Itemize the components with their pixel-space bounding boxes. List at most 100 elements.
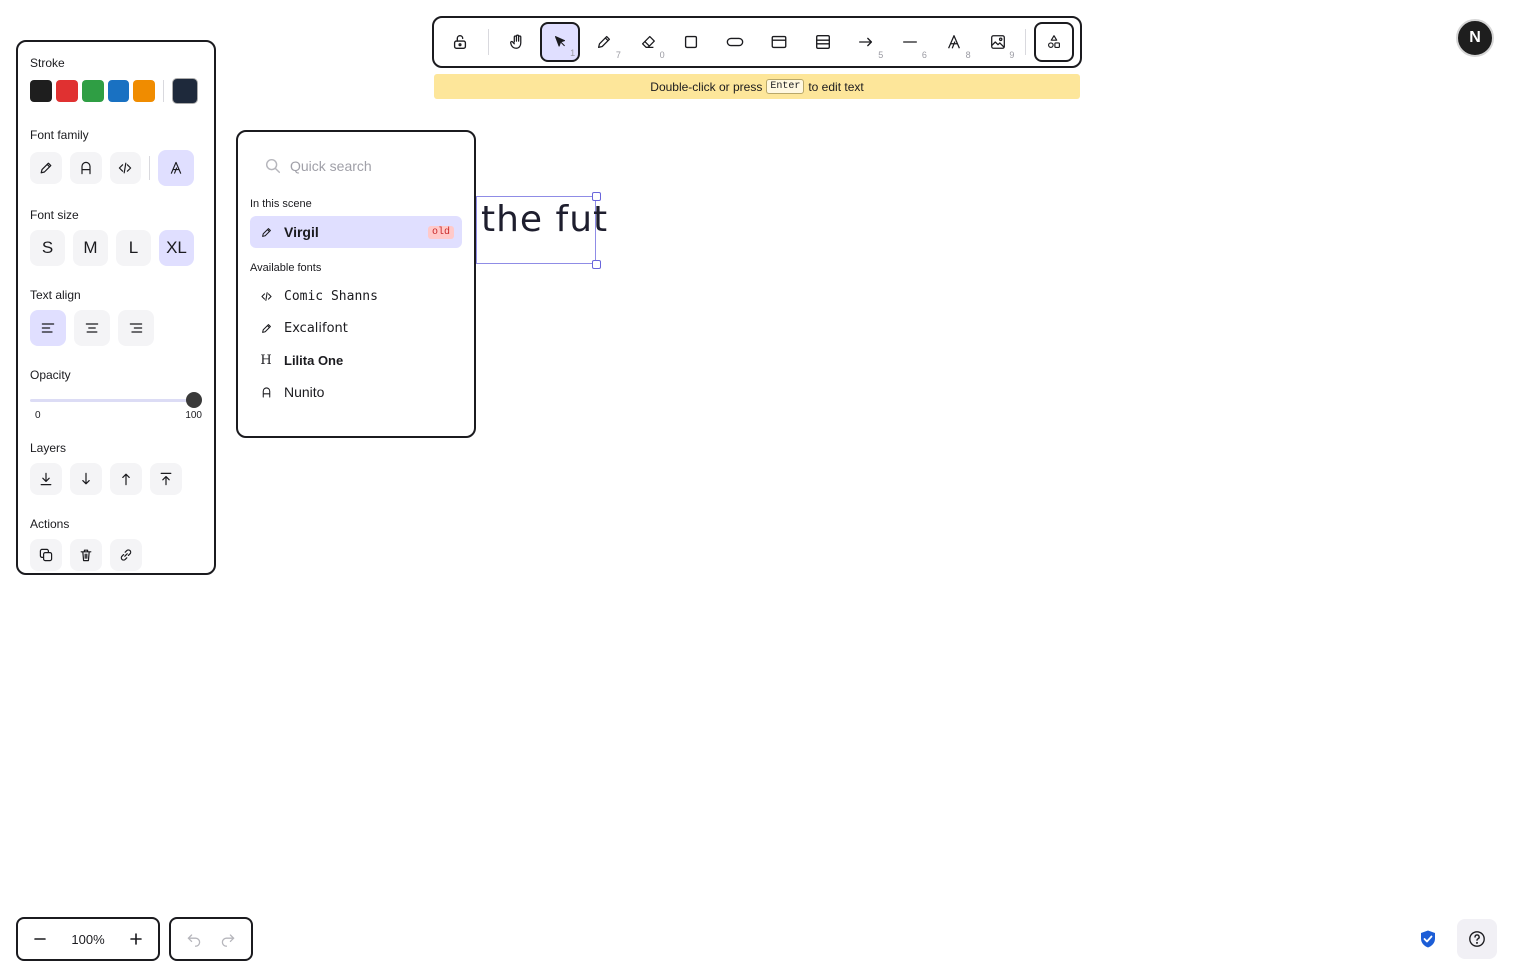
- stroke-color-orange[interactable]: [133, 80, 156, 102]
- font-code-button[interactable]: [109, 152, 142, 184]
- trash-icon: [80, 549, 92, 562]
- font-option-label: Virgil: [284, 224, 319, 240]
- sans-a-icon: [258, 384, 274, 400]
- ellipse-tool-button[interactable]: [715, 22, 755, 62]
- align-left-button[interactable]: [30, 310, 66, 346]
- font-option-lilita-one[interactable]: H Lilita One: [250, 344, 462, 376]
- text-align-label: Text align: [30, 288, 81, 302]
- frame-icon: [771, 35, 787, 49]
- resize-handle-top-right[interactable]: [592, 192, 601, 201]
- shapes-icon: [1048, 35, 1061, 48]
- align-right-button[interactable]: [118, 310, 154, 346]
- font-picker-popover: In this scene Virgil old Available fonts…: [236, 130, 476, 438]
- duplicate-button[interactable]: [30, 539, 62, 571]
- font-size-large-button[interactable]: L: [116, 230, 151, 266]
- font-normal-button[interactable]: [69, 152, 102, 184]
- align-right-icon: [129, 323, 143, 333]
- opacity-slider[interactable]: [30, 390, 202, 410]
- align-left-icon: [41, 323, 55, 333]
- rectangle-icon: [685, 35, 698, 49]
- pencil-icon: [598, 35, 611, 49]
- redo-button[interactable]: [214, 925, 242, 953]
- available-fonts-label: Available fonts: [250, 262, 322, 274]
- font-family-label: Font family: [30, 128, 89, 142]
- send-to-back-button[interactable]: [30, 463, 62, 495]
- arrow-shortcut-key: 5: [878, 50, 884, 60]
- selection-shortcut-key: 1: [570, 48, 576, 58]
- arrow-tool-button[interactable]: 5: [846, 22, 886, 62]
- old-font-badge: old: [427, 225, 454, 239]
- stroke-color-red[interactable]: [55, 80, 78, 102]
- align-center-icon: [85, 323, 99, 333]
- pointer-icon: [555, 36, 566, 47]
- font-picker-button[interactable]: [158, 150, 195, 186]
- plus-icon: [130, 933, 142, 945]
- pencil-shortcut-key: 7: [615, 50, 621, 60]
- stroke-color-blue[interactable]: [107, 80, 130, 102]
- selection-tool-button[interactable]: 1: [540, 22, 581, 62]
- arrow-up-icon: [122, 473, 130, 486]
- text-tool-button[interactable]: 8: [934, 22, 974, 62]
- stroke-color-black[interactable]: [30, 80, 52, 102]
- pencil-icon: [258, 320, 274, 336]
- properties-panel: Stroke Font family Font size S M L XL Te…: [16, 40, 216, 575]
- send-backward-button[interactable]: [70, 463, 102, 495]
- rectangle-tool-button[interactable]: [672, 22, 712, 62]
- current-stroke-color[interactable]: [172, 78, 199, 104]
- hint-text-before: Double-click or press: [650, 79, 763, 94]
- opacity-max: 100: [185, 410, 202, 421]
- font-option-label: Nunito: [284, 384, 325, 400]
- heading-icon: H: [260, 352, 272, 368]
- align-center-button[interactable]: [74, 310, 110, 346]
- font-size-small-button[interactable]: S: [30, 230, 65, 266]
- font-option-excalifont[interactable]: Excalifont: [250, 312, 462, 344]
- hand-tool-button[interactable]: [497, 22, 537, 62]
- font-option-nunito[interactable]: Nunito: [250, 376, 462, 408]
- arrow-icon: [859, 37, 873, 47]
- selected-text-element[interactable]: the fut: [476, 192, 607, 269]
- font-option-comic-shanns[interactable]: Comic Shanns: [250, 280, 462, 312]
- resize-handle-bottom-right[interactable]: [592, 260, 601, 269]
- zoom-level[interactable]: 100%: [71, 932, 104, 947]
- font-search-input[interactable]: [290, 158, 450, 174]
- embed-tool-button[interactable]: [803, 22, 843, 62]
- stroke-color-row: [30, 78, 202, 104]
- extra-tools-button[interactable]: [1034, 22, 1075, 62]
- user-avatar[interactable]: N: [1456, 19, 1494, 57]
- pencil-tool-button[interactable]: 7: [584, 22, 624, 62]
- stroke-color-green[interactable]: [81, 80, 104, 102]
- lock-tool-button[interactable]: [440, 22, 480, 62]
- link-button[interactable]: [110, 539, 142, 571]
- undo-button[interactable]: [180, 925, 208, 953]
- text-align-row: [30, 310, 202, 346]
- hint-text-after: to edit text: [808, 79, 864, 94]
- zoom-in-button[interactable]: [122, 925, 150, 953]
- bring-forward-button[interactable]: [110, 463, 142, 495]
- toolbar-divider: [1025, 29, 1027, 55]
- image-tool-button[interactable]: 9: [978, 22, 1018, 62]
- delete-button[interactable]: [70, 539, 102, 571]
- shield-check-icon[interactable]: [1418, 929, 1438, 949]
- font-size-xl-button[interactable]: XL: [159, 230, 194, 266]
- code-icon: [258, 288, 274, 304]
- opacity-slider-knob[interactable]: [186, 392, 202, 408]
- layers-row: [30, 463, 202, 495]
- opacity-slider-track: [30, 399, 194, 402]
- line-tool-button[interactable]: 6: [890, 22, 930, 62]
- main-toolbar: 1 7 0 5 6 8 9: [432, 16, 1082, 68]
- font-size-medium-button[interactable]: M: [73, 230, 108, 266]
- lock-icon: [453, 35, 466, 49]
- font-option-virgil[interactable]: Virgil old: [250, 216, 462, 248]
- zoom-controls: 100%: [16, 917, 160, 961]
- eraser-tool-button[interactable]: 0: [628, 22, 668, 62]
- font-family-row: [30, 150, 202, 186]
- font-hand-drawn-button[interactable]: [30, 152, 62, 184]
- help-button[interactable]: [1457, 919, 1497, 959]
- search-icon: [265, 158, 281, 174]
- frame-tool-button[interactable]: [759, 22, 799, 62]
- duplicate-icon: [39, 548, 53, 562]
- bring-to-front-button[interactable]: [150, 463, 182, 495]
- arrow-down-icon: [82, 472, 90, 485]
- zoom-out-button[interactable]: [26, 925, 54, 953]
- bring-to-front-icon: [160, 472, 172, 486]
